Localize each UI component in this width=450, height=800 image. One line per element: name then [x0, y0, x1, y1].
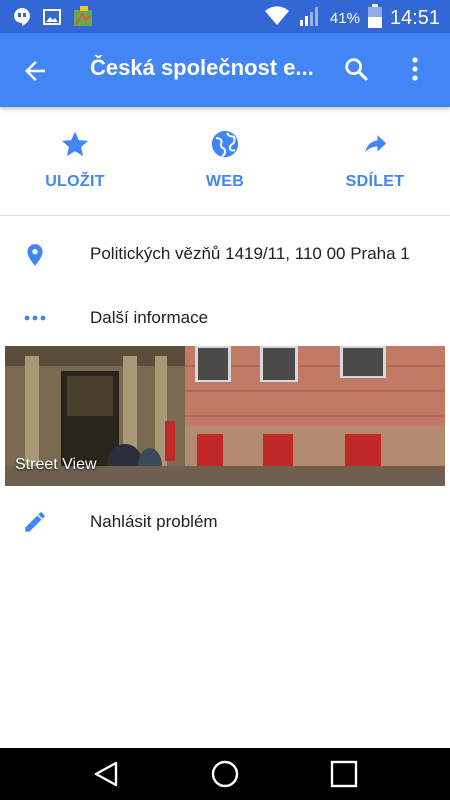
hangouts-icon: [12, 7, 32, 32]
page-title: Česká společnost e...: [90, 55, 314, 80]
star-icon: [60, 129, 90, 159]
street-view-thumbnail[interactable]: Street View: [5, 346, 445, 486]
share-label: SDÍLET: [345, 173, 405, 190]
location-pin-icon: [22, 242, 48, 268]
recents-square-icon[interactable]: [328, 758, 360, 790]
navigation-bar: [0, 748, 450, 800]
battery-percent: 41%: [329, 10, 360, 27]
action-row: ULOŽIT WEB SDÍLET: [0, 107, 450, 216]
more-info-row[interactable]: Další informace: [0, 288, 450, 348]
search-icon[interactable]: [342, 55, 370, 83]
battery-icon: [367, 4, 382, 33]
more-info-text: Další informace: [90, 308, 209, 327]
more-horiz-icon: [22, 305, 48, 331]
back-triangle-icon[interactable]: [90, 758, 122, 790]
web-button[interactable]: WEB: [165, 129, 285, 191]
save-button[interactable]: ULOŽIT: [15, 129, 135, 191]
app-bar: Česká společnost e...: [0, 33, 450, 107]
save-label: ULOŽIT: [45, 173, 105, 190]
report-problem-text: Nahlásit problém: [90, 512, 218, 531]
globe-icon: [210, 129, 240, 159]
clock: 14:51: [389, 7, 440, 29]
address-row[interactable]: Politických vězňů 1419/11, 110 00 Praha …: [0, 224, 450, 284]
app-icon: [72, 6, 94, 33]
wifi-icon: [264, 5, 290, 32]
share-button[interactable]: SDÍLET: [315, 129, 435, 191]
report-problem-row[interactable]: Nahlásit problém: [0, 492, 450, 552]
share-icon: [360, 129, 390, 159]
status-bar: 41% 14:51: [0, 0, 450, 33]
pencil-icon: [22, 509, 48, 535]
web-label: WEB: [205, 173, 245, 190]
signal-icon: [298, 4, 322, 33]
back-arrow-icon[interactable]: [20, 56, 50, 86]
more-vert-icon[interactable]: [406, 55, 424, 83]
home-circle-icon[interactable]: [209, 758, 241, 790]
address-text: Politických vězňů 1419/11, 110 00 Praha …: [90, 244, 410, 263]
image-icon: [42, 7, 62, 32]
street-view-label: Street View: [15, 456, 97, 473]
notification-icons: [12, 6, 94, 33]
